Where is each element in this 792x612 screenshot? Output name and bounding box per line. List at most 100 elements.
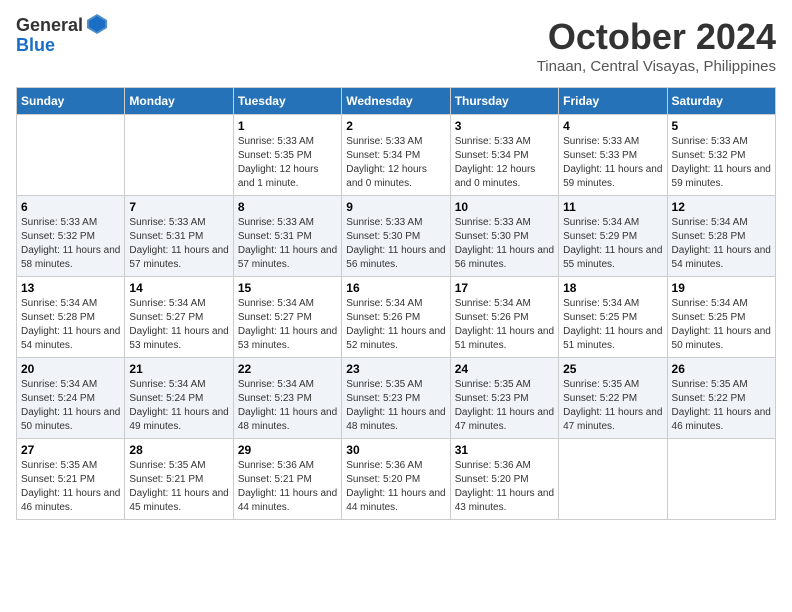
day-sunset: Sunset: 5:23 PM (238, 392, 337, 406)
day-cell: 3 Sunrise: 5:33 AM Sunset: 5:34 PM Dayli… (450, 115, 558, 196)
day-cell: 8 Sunrise: 5:33 AM Sunset: 5:31 PM Dayli… (233, 196, 341, 277)
day-cell: 26 Sunrise: 5:35 AM Sunset: 5:22 PM Dayl… (667, 358, 775, 439)
day-daylight: Daylight: 11 hours and 47 minutes. (563, 406, 662, 434)
day-daylight: Daylight: 11 hours and 46 minutes. (21, 487, 120, 515)
week-row-2: 6 Sunrise: 5:33 AM Sunset: 5:32 PM Dayli… (17, 196, 776, 277)
day-cell: 19 Sunrise: 5:34 AM Sunset: 5:25 PM Dayl… (667, 277, 775, 358)
day-sunset: Sunset: 5:26 PM (455, 311, 554, 325)
day-sunset: Sunset: 5:25 PM (563, 311, 662, 325)
day-sunset: Sunset: 5:29 PM (563, 230, 662, 244)
day-sunrise: Sunrise: 5:33 AM (21, 216, 120, 230)
day-number: 10 (455, 200, 554, 214)
day-sunset: Sunset: 5:28 PM (672, 230, 771, 244)
day-cell: 25 Sunrise: 5:35 AM Sunset: 5:22 PM Dayl… (559, 358, 667, 439)
day-sunrise: Sunrise: 5:34 AM (672, 216, 771, 230)
calendar-header-row: Sunday Monday Tuesday Wednesday Thursday… (17, 88, 776, 115)
day-daylight: Daylight: 11 hours and 59 minutes. (672, 163, 771, 191)
page-header: General Blue October 2024 Tinaan, Centra… (16, 16, 776, 75)
location-subtitle: Tinaan, Central Visayas, Philippines (537, 58, 776, 75)
day-number: 15 (238, 281, 337, 295)
day-cell: 16 Sunrise: 5:34 AM Sunset: 5:26 PM Dayl… (342, 277, 450, 358)
day-sunset: Sunset: 5:24 PM (21, 392, 120, 406)
day-cell (667, 439, 775, 520)
title-section: October 2024 Tinaan, Central Visayas, Ph… (537, 16, 776, 75)
day-daylight: Daylight: 12 hours and 0 minutes. (455, 163, 554, 191)
day-cell (17, 115, 125, 196)
day-sunset: Sunset: 5:20 PM (455, 473, 554, 487)
day-cell: 10 Sunrise: 5:33 AM Sunset: 5:30 PM Dayl… (450, 196, 558, 277)
day-daylight: Daylight: 12 hours and 0 minutes. (346, 163, 445, 191)
day-sunrise: Sunrise: 5:33 AM (455, 216, 554, 230)
day-sunrise: Sunrise: 5:33 AM (346, 216, 445, 230)
day-daylight: Daylight: 11 hours and 49 minutes. (129, 406, 228, 434)
day-number: 26 (672, 362, 771, 376)
day-number: 27 (21, 443, 120, 457)
day-daylight: Daylight: 11 hours and 48 minutes. (346, 406, 445, 434)
day-sunrise: Sunrise: 5:34 AM (563, 297, 662, 311)
day-sunrise: Sunrise: 5:35 AM (346, 378, 445, 392)
day-number: 17 (455, 281, 554, 295)
day-daylight: Daylight: 11 hours and 44 minutes. (346, 487, 445, 515)
day-sunset: Sunset: 5:21 PM (129, 473, 228, 487)
day-cell: 2 Sunrise: 5:33 AM Sunset: 5:34 PM Dayli… (342, 115, 450, 196)
day-sunrise: Sunrise: 5:34 AM (129, 297, 228, 311)
day-sunset: Sunset: 5:31 PM (238, 230, 337, 244)
day-sunset: Sunset: 5:27 PM (238, 311, 337, 325)
day-sunset: Sunset: 5:34 PM (455, 149, 554, 163)
day-sunset: Sunset: 5:25 PM (672, 311, 771, 325)
day-number: 18 (563, 281, 662, 295)
day-sunrise: Sunrise: 5:33 AM (455, 135, 554, 149)
day-number: 16 (346, 281, 445, 295)
day-cell: 9 Sunrise: 5:33 AM Sunset: 5:30 PM Dayli… (342, 196, 450, 277)
day-sunset: Sunset: 5:27 PM (129, 311, 228, 325)
day-sunrise: Sunrise: 5:35 AM (455, 378, 554, 392)
day-cell: 22 Sunrise: 5:34 AM Sunset: 5:23 PM Dayl… (233, 358, 341, 439)
day-cell: 14 Sunrise: 5:34 AM Sunset: 5:27 PM Dayl… (125, 277, 233, 358)
day-sunrise: Sunrise: 5:35 AM (21, 459, 120, 473)
day-sunrise: Sunrise: 5:33 AM (129, 216, 228, 230)
day-sunrise: Sunrise: 5:33 AM (563, 135, 662, 149)
day-cell: 13 Sunrise: 5:34 AM Sunset: 5:28 PM Dayl… (17, 277, 125, 358)
day-number: 21 (129, 362, 228, 376)
day-sunset: Sunset: 5:22 PM (672, 392, 771, 406)
day-number: 31 (455, 443, 554, 457)
week-row-5: 27 Sunrise: 5:35 AM Sunset: 5:21 PM Dayl… (17, 439, 776, 520)
day-cell: 7 Sunrise: 5:33 AM Sunset: 5:31 PM Dayli… (125, 196, 233, 277)
week-row-3: 13 Sunrise: 5:34 AM Sunset: 5:28 PM Dayl… (17, 277, 776, 358)
day-sunset: Sunset: 5:32 PM (672, 149, 771, 163)
day-sunrise: Sunrise: 5:33 AM (238, 135, 337, 149)
week-row-1: 1 Sunrise: 5:33 AM Sunset: 5:35 PM Dayli… (17, 115, 776, 196)
day-daylight: Daylight: 11 hours and 53 minutes. (129, 325, 228, 353)
day-number: 30 (346, 443, 445, 457)
day-sunrise: Sunrise: 5:35 AM (672, 378, 771, 392)
day-daylight: Daylight: 11 hours and 54 minutes. (672, 244, 771, 272)
day-sunset: Sunset: 5:30 PM (346, 230, 445, 244)
day-daylight: Daylight: 11 hours and 47 minutes. (455, 406, 554, 434)
col-wednesday: Wednesday (342, 88, 450, 115)
day-number: 6 (21, 200, 120, 214)
col-monday: Monday (125, 88, 233, 115)
day-daylight: Daylight: 11 hours and 45 minutes. (129, 487, 228, 515)
day-daylight: Daylight: 11 hours and 58 minutes. (21, 244, 120, 272)
day-cell (559, 439, 667, 520)
day-sunset: Sunset: 5:23 PM (455, 392, 554, 406)
day-sunset: Sunset: 5:31 PM (129, 230, 228, 244)
day-daylight: Daylight: 12 hours and 1 minute. (238, 163, 337, 191)
day-number: 11 (563, 200, 662, 214)
day-sunrise: Sunrise: 5:34 AM (563, 216, 662, 230)
day-cell: 21 Sunrise: 5:34 AM Sunset: 5:24 PM Dayl… (125, 358, 233, 439)
day-daylight: Daylight: 11 hours and 50 minutes. (672, 325, 771, 353)
day-cell: 18 Sunrise: 5:34 AM Sunset: 5:25 PM Dayl… (559, 277, 667, 358)
day-cell (125, 115, 233, 196)
col-sunday: Sunday (17, 88, 125, 115)
day-number: 2 (346, 119, 445, 133)
logo-general-text: General (16, 16, 83, 36)
day-number: 28 (129, 443, 228, 457)
day-cell: 24 Sunrise: 5:35 AM Sunset: 5:23 PM Dayl… (450, 358, 558, 439)
day-cell: 27 Sunrise: 5:35 AM Sunset: 5:21 PM Dayl… (17, 439, 125, 520)
day-number: 8 (238, 200, 337, 214)
day-daylight: Daylight: 11 hours and 59 minutes. (563, 163, 662, 191)
day-sunset: Sunset: 5:34 PM (346, 149, 445, 163)
day-sunset: Sunset: 5:30 PM (455, 230, 554, 244)
day-sunrise: Sunrise: 5:35 AM (563, 378, 662, 392)
